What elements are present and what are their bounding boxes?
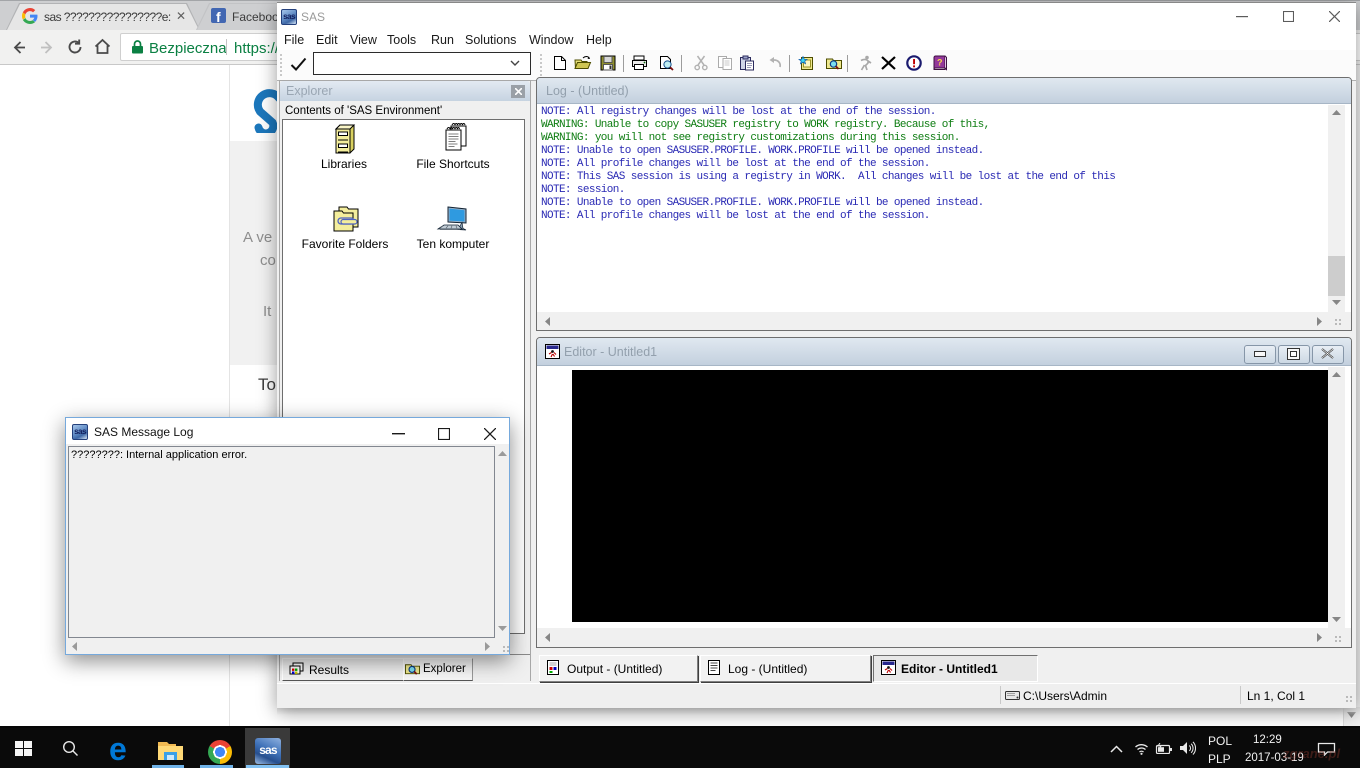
svg-text:?: ? bbox=[937, 58, 943, 68]
